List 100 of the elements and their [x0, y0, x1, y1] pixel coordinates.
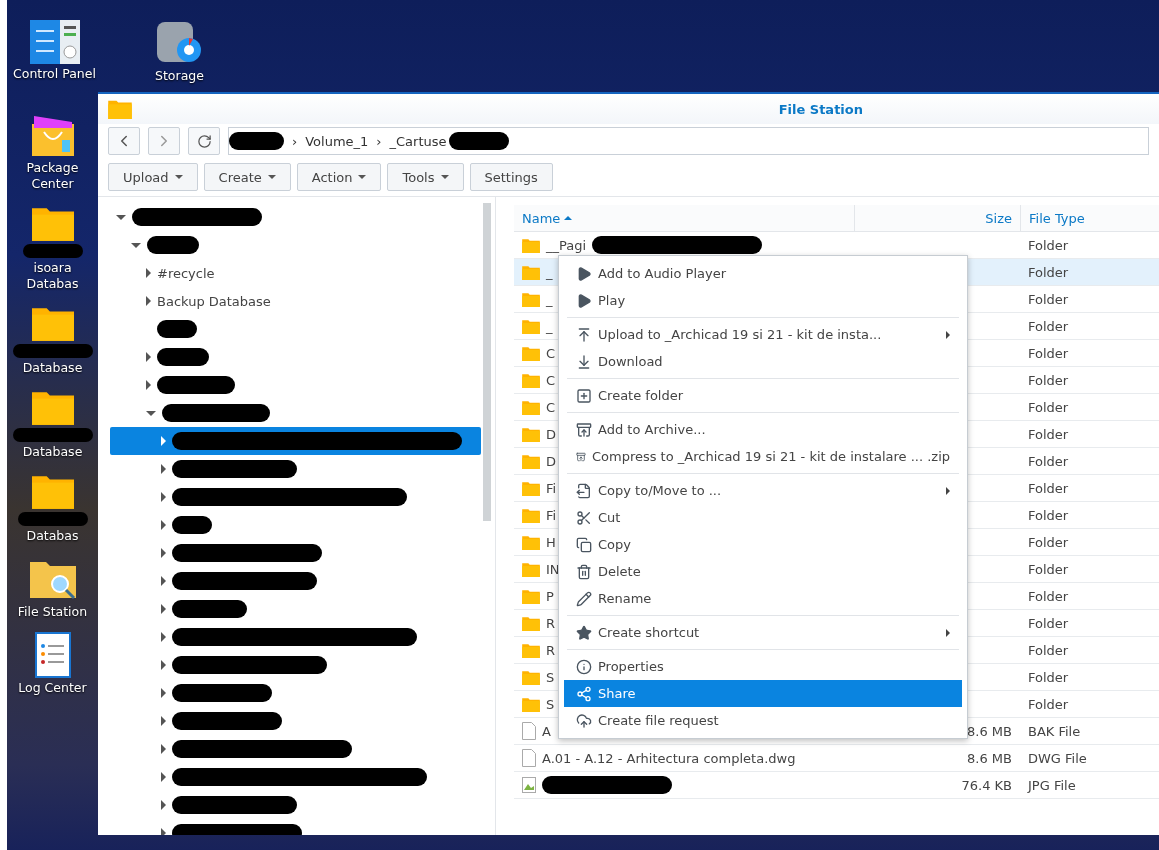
expander-icon[interactable] [146, 380, 151, 390]
column-header[interactable]: Name [514, 205, 854, 231]
file-type: BAK File [1028, 723, 1081, 739]
star-icon [576, 624, 592, 641]
expander-icon[interactable] [161, 828, 166, 835]
back-button[interactable] [108, 127, 140, 155]
folder-icon [522, 507, 540, 523]
scrollbar[interactable] [483, 203, 491, 521]
copy-icon [576, 536, 592, 553]
file-name: C [546, 399, 556, 415]
refresh-button[interactable] [188, 127, 220, 155]
menu-item[interactable]: Add to Archive... [564, 416, 962, 443]
menu-item[interactable]: Add to Audio Player [564, 260, 962, 287]
file-name: D [546, 453, 556, 469]
file-type: Folder [1028, 561, 1069, 577]
desktop-icon-label[interactable]: File Station [17, 604, 88, 620]
expander-icon[interactable] [146, 268, 151, 278]
menu-item[interactable]: Upload to _Archicad 19 si 21 - kit de insta... [564, 321, 962, 348]
file-name: P [546, 588, 554, 604]
file-name: _ [546, 291, 553, 307]
menu-item[interactable]: Rename [564, 585, 962, 612]
expander-icon[interactable] [161, 492, 166, 502]
desktop-icon-label[interactable]: Control Panel [13, 66, 96, 82]
expander-icon[interactable] [161, 520, 166, 530]
file-name: A.01 - A.12 - Arhitectura completa.dwg [542, 750, 796, 766]
expander-icon[interactable] [161, 632, 166, 642]
file-type: Folder [1028, 696, 1069, 712]
download-icon [576, 353, 592, 370]
share-icon [576, 685, 592, 702]
expander-icon[interactable] [161, 744, 166, 754]
tree-item[interactable]: Backup Database [110, 287, 481, 315]
play-icon [576, 292, 592, 309]
menu-item[interactable]: Play [564, 287, 962, 314]
toolbar-button[interactable]: Upload [108, 163, 198, 191]
menu-item[interactable]: Create shortcut [564, 619, 962, 646]
expander-icon[interactable] [131, 242, 141, 248]
menu-item[interactable]: Create folder [564, 382, 962, 409]
expander-icon[interactable] [161, 660, 166, 670]
submenu-arrow-icon [946, 330, 950, 339]
menu-item[interactable]: Compress to _Archicad 19 si 21 - kit de instalare ... .zip [564, 443, 962, 470]
expander-icon[interactable] [161, 688, 166, 698]
expander-icon[interactable] [161, 716, 166, 726]
folder-icon [522, 669, 540, 685]
menu-item[interactable]: Download [564, 348, 962, 375]
desktop-icon-label[interactable]: Database [22, 360, 83, 376]
expander-icon[interactable] [161, 464, 166, 474]
toolbar-button[interactable]: Create [203, 163, 291, 191]
file-name: _ [546, 264, 553, 280]
expander-icon[interactable] [161, 576, 166, 586]
toolbar-button[interactable]: Settings [469, 163, 553, 191]
caret-icon [358, 175, 367, 179]
expander-icon[interactable] [146, 296, 151, 306]
toolbar-button[interactable]: Action [296, 163, 382, 191]
menu-item[interactable]: Cut [564, 504, 962, 531]
file-type: Folder [1028, 372, 1069, 388]
folder-icon [522, 264, 540, 280]
file-type: Folder [1028, 291, 1069, 307]
expander-icon[interactable] [146, 352, 151, 362]
desktop-icon-label[interactable]: Database [22, 444, 83, 460]
desktop-icon-label[interactable]: Databas [26, 528, 79, 544]
menu-item[interactable]: Delete [564, 558, 962, 585]
file-name: S [546, 669, 555, 685]
menu-item[interactable]: Create file request [564, 707, 962, 734]
desktop-icon-label[interactable]: Log Center [18, 680, 87, 696]
tree-item[interactable]: #recycle [110, 259, 481, 287]
scissors-icon [576, 509, 592, 526]
file-type: JPG File [1028, 777, 1076, 793]
path-segment[interactable]: Volume_1 [305, 133, 369, 149]
submenu-arrow-icon [946, 486, 950, 495]
expander-icon[interactable] [116, 214, 126, 220]
menu-item[interactable]: Copy [564, 531, 962, 558]
menu-item[interactable]: Share [564, 680, 962, 707]
expander-icon[interactable] [161, 548, 166, 558]
desktop-icon-label[interactable]: Package Center [7, 160, 98, 192]
folder-icon [522, 291, 540, 307]
desktop-icon-label[interactable]: Storage [155, 68, 204, 84]
file-size: 76.4 KB [961, 777, 1012, 793]
folder-icon [522, 399, 540, 415]
sort-arrow-icon [564, 216, 573, 220]
file-name: Fi [546, 480, 557, 496]
desktop-icon-label[interactable]: isoara Databas [7, 260, 98, 292]
expander-icon[interactable] [161, 800, 166, 810]
path-segment[interactable]: _Cartuse [389, 133, 447, 149]
folder-icon [522, 642, 540, 658]
expander-icon[interactable] [161, 772, 166, 782]
expander-icon[interactable] [161, 604, 166, 614]
column-header[interactable]: Size [854, 205, 1020, 231]
file-type: Folder [1028, 237, 1069, 253]
submenu-arrow-icon [946, 628, 950, 637]
plus-icon [576, 387, 592, 404]
refresh-icon [196, 133, 212, 149]
file-type: Folder [1028, 345, 1069, 361]
log-document-icon [34, 632, 71, 678]
menu-item[interactable]: Copy to/Move to ... [564, 477, 962, 504]
path-field[interactable]: › Volume_1 › _Cartuse [228, 127, 1149, 155]
column-header[interactable]: File Type [1020, 205, 1159, 231]
toolbar-button[interactable]: Tools [387, 163, 464, 191]
menu-item[interactable]: Properties [564, 653, 962, 680]
expander-icon[interactable] [146, 410, 156, 416]
control-panel-icon [29, 20, 80, 64]
